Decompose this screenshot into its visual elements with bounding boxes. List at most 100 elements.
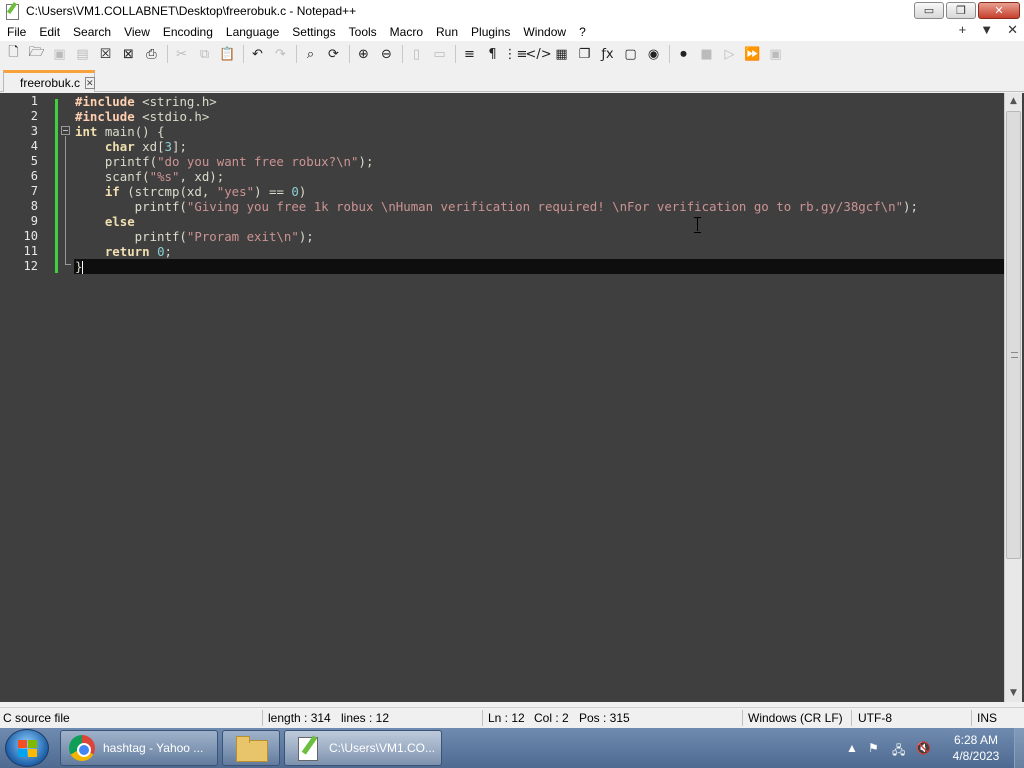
new-tab-button[interactable]: +: [959, 22, 967, 38]
taskbar-chrome[interactable]: hashtag - Yahoo ...: [60, 730, 218, 766]
line-number[interactable]: 3: [0, 124, 38, 138]
close-icon[interactable]: ☒: [96, 45, 115, 64]
scroll-up-arrow-icon[interactable]: ▲: [1005, 93, 1022, 110]
show-all-chars-icon[interactable]: ¶: [483, 45, 502, 64]
play-macro-icon[interactable]: ▷: [720, 45, 739, 64]
line-number[interactable]: 2: [0, 109, 38, 123]
code-token: );: [903, 199, 918, 214]
taskbar-explorer[interactable]: [222, 730, 280, 766]
menu-encoding[interactable]: Encoding: [156, 25, 219, 39]
notepadpp-icon[interactable]: [4, 3, 20, 20]
network-icon[interactable]: 🖧: [892, 741, 905, 762]
line-number[interactable]: 1: [0, 94, 38, 108]
record-macro-icon[interactable]: ⏺: [674, 45, 693, 64]
indent-guide-icon[interactable]: ⋮≡: [504, 45, 528, 64]
paste-icon[interactable]: 📋: [218, 45, 237, 64]
code-line[interactable]: return 0;: [75, 244, 172, 259]
code-line[interactable]: char xd[3];: [75, 139, 187, 154]
action-center-flag-icon[interactable]: ⚑: [868, 741, 879, 755]
menu-plugins[interactable]: Plugins: [464, 25, 516, 39]
tab-list-button[interactable]: ▼: [980, 22, 993, 38]
close-all-icon[interactable]: ⊠: [119, 45, 138, 64]
word-wrap-icon[interactable]: ≡: [460, 45, 479, 64]
menu-view[interactable]: View: [117, 25, 156, 39]
zoom-out-icon[interactable]: ⊖: [377, 45, 396, 64]
code-line[interactable]: printf("do you want free robux?\n");: [75, 154, 374, 169]
menu-language[interactable]: Language: [219, 25, 285, 39]
save-all-icon[interactable]: ▤: [73, 45, 92, 64]
menu-settings[interactable]: Settings: [285, 25, 341, 39]
fold-margin[interactable]: [58, 93, 74, 702]
clock[interactable]: 6:28 AM 4/8/2023: [946, 732, 1006, 764]
menu-window[interactable]: Window: [516, 25, 572, 39]
new-file-icon[interactable]: 🗋: [4, 45, 23, 64]
menu-macro[interactable]: Macro: [383, 25, 429, 39]
tray-expand-arrow-icon[interactable]: ▲: [846, 741, 858, 755]
status-eol[interactable]: Windows (CR LF): [748, 711, 843, 725]
open-file-icon[interactable]: 🗁: [27, 45, 46, 64]
status-encoding[interactable]: UTF-8: [858, 711, 892, 725]
line-number[interactable]: 10: [0, 229, 38, 243]
udl-icon[interactable]: </>: [525, 45, 551, 64]
monitoring-icon[interactable]: ◉: [644, 45, 663, 64]
taskbar-notepadpp[interactable]: C:\Users\VM1.CO...: [284, 730, 442, 766]
code-editor[interactable]: 1 2 3 4 5 6 7 8 9 10 11 12 #include <string.h> #incl…: [0, 93, 1024, 702]
line-number[interactable]: 5: [0, 154, 38, 168]
undo-icon[interactable]: ↶: [248, 45, 267, 64]
folder-workspace-icon[interactable]: ▢: [621, 45, 640, 64]
line-number[interactable]: 6: [0, 169, 38, 183]
tab-close-icon[interactable]: ✕: [85, 76, 95, 89]
zoom-in-icon[interactable]: ⊕: [354, 45, 373, 64]
line-number[interactable]: 8: [0, 199, 38, 213]
volume-muted-icon[interactable]: 🔇: [916, 741, 931, 755]
sync-v-icon[interactable]: ▯: [407, 45, 426, 64]
run-macro-multiple-icon[interactable]: ⏩: [743, 45, 762, 64]
scroll-down-arrow-icon[interactable]: ▼: [1005, 685, 1022, 702]
doc-map-icon[interactable]: ▦: [552, 45, 571, 64]
save-icon[interactable]: ▣: [50, 45, 69, 64]
line-number[interactable]: 4: [0, 139, 38, 153]
doc-list-icon[interactable]: ❐: [575, 45, 594, 64]
menu-run[interactable]: Run: [429, 25, 464, 39]
close-button[interactable]: ✕: [978, 2, 1020, 19]
tab-freerobuk[interactable]: freerobuk.c ✕: [3, 70, 95, 92]
code-line[interactable]: printf("Giving you free 1k robux \nHuman…: [75, 199, 918, 214]
code-line[interactable]: #include <stdio.h>: [75, 109, 209, 124]
replace-icon[interactable]: ⟳: [324, 45, 343, 64]
close-doc-button[interactable]: ✕: [1007, 22, 1018, 38]
menu-edit[interactable]: Edit: [32, 25, 66, 39]
code-line[interactable]: #include <string.h>: [75, 94, 217, 109]
fold-toggle-icon[interactable]: [61, 126, 70, 135]
menu-search[interactable]: Search: [66, 25, 117, 39]
menu-tools[interactable]: Tools: [342, 25, 383, 39]
sync-h-icon[interactable]: ▭: [430, 45, 449, 64]
start-button[interactable]: [5, 729, 49, 767]
redo-icon[interactable]: ↷: [271, 45, 290, 64]
vertical-scrollbar[interactable]: ▲ ▼: [1004, 93, 1022, 702]
find-icon[interactable]: ⌕: [301, 45, 320, 64]
code-line[interactable]: if (strcmp(xd, "yes") == 0): [75, 184, 306, 199]
scroll-thumb[interactable]: [1006, 111, 1021, 559]
line-number[interactable]: 12: [0, 259, 38, 273]
print-icon[interactable]: ⎙: [142, 45, 161, 64]
save-macro-icon[interactable]: ▣: [766, 45, 785, 64]
code-line[interactable]: scanf("%s", xd);: [75, 169, 224, 184]
copy-icon[interactable]: ⧉: [195, 45, 214, 64]
show-desktop-button[interactable]: [1014, 728, 1024, 768]
line-number[interactable]: 7: [0, 184, 38, 198]
line-number[interactable]: 9: [0, 214, 38, 228]
menu-file[interactable]: File: [0, 25, 32, 39]
cut-icon[interactable]: ✂: [172, 45, 191, 64]
maximize-button[interactable]: ❐: [946, 2, 976, 19]
minimize-button[interactable]: ▭: [914, 2, 944, 19]
function-list-icon[interactable]: ƒx: [598, 45, 617, 64]
menu-help[interactable]: ?: [572, 25, 592, 39]
code-line[interactable]: printf("Proram exit\n");: [75, 229, 314, 244]
title-bar[interactable]: C:\Users\VM1.COLLABNET\Desktop\freerobuk…: [0, 0, 1024, 22]
code-line[interactable]: int main() {: [75, 124, 165, 139]
code-line[interactable]: }: [75, 259, 84, 274]
code-line[interactable]: else: [75, 214, 135, 229]
line-number[interactable]: 11: [0, 244, 38, 258]
status-insert-mode[interactable]: INS: [977, 711, 997, 725]
stop-macro-icon[interactable]: ■: [697, 45, 716, 64]
